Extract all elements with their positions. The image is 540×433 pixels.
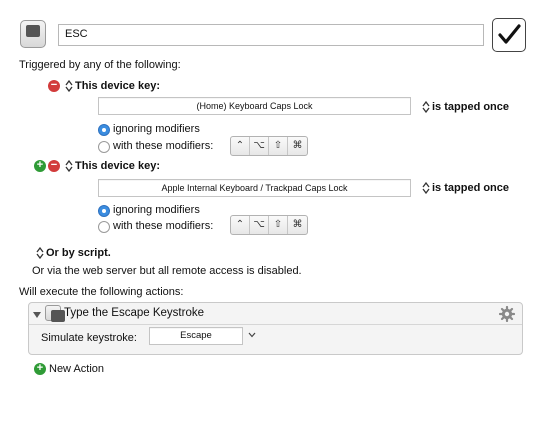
updown-arrows-icon[interactable] — [65, 80, 73, 92]
actions-header: Will execute the following actions: — [19, 286, 184, 298]
action-block: Type the Escape Keystroke Simulate keyst… — [28, 302, 523, 355]
macro-enabled-checkbox[interactable] — [492, 18, 526, 52]
disclosure-triangle-icon[interactable] — [33, 311, 41, 319]
ignoring-modifiers-label-2: ignoring modifiers — [113, 204, 200, 216]
add-trigger-button[interactable]: + — [34, 160, 46, 172]
shift-modifier-icon[interactable]: ⇧ — [269, 216, 288, 234]
key-condition-popup-2[interactable]: is tapped once — [432, 182, 509, 194]
macro-name-field[interactable]: ESC — [58, 24, 484, 46]
with-modifiers-label-2: with these modifiers: — [113, 220, 214, 232]
shift-modifier-icon[interactable]: ⇧ — [269, 137, 288, 155]
with-modifiers-label-1: with these modifiers: — [113, 140, 214, 152]
device-key-field-2[interactable]: Apple Internal Keyboard / Trackpad Caps … — [98, 179, 411, 197]
control-modifier-icon[interactable]: ⌃ — [231, 137, 250, 155]
updown-arrows-icon[interactable] — [65, 160, 73, 172]
ignoring-modifiers-label-1: ignoring modifiers — [113, 123, 200, 135]
macro-keyboard-icon — [20, 20, 46, 48]
new-action-button[interactable]: New Action — [49, 363, 104, 375]
command-modifier-icon[interactable]: ⌘ — [288, 137, 307, 155]
add-icon[interactable]: + — [34, 363, 46, 375]
action-divider — [29, 324, 522, 325]
simulate-keystroke-label: Simulate keystroke: — [41, 332, 137, 344]
option-modifier-icon[interactable]: ⌥ — [250, 216, 269, 234]
ignoring-modifiers-radio-2[interactable] — [98, 205, 110, 217]
triggers-header: Triggered by any of the following: — [19, 59, 181, 71]
web-server-note: Or via the web server but all remote acc… — [32, 265, 302, 277]
with-modifiers-radio-1[interactable] — [98, 141, 110, 153]
modifier-keys-group-2: ⌃ ⌥ ⇧ ⌘ — [230, 215, 308, 235]
with-modifiers-radio-2[interactable] — [98, 221, 110, 233]
updown-arrows-icon[interactable] — [422, 101, 430, 113]
keyboard-action-icon — [45, 305, 65, 322]
gear-icon[interactable] — [499, 306, 515, 322]
or-by-script-popup[interactable]: Or by script. — [46, 247, 111, 259]
updown-arrows-icon[interactable] — [422, 182, 430, 194]
remove-trigger-button-2[interactable]: − — [48, 160, 60, 172]
option-modifier-icon[interactable]: ⌥ — [250, 137, 269, 155]
ignoring-modifiers-radio-1[interactable] — [98, 124, 110, 136]
updown-arrows-icon[interactable] — [36, 247, 44, 259]
device-key-field-1[interactable]: (Home) Keyboard Caps Lock — [98, 97, 411, 115]
keystroke-field[interactable]: Escape — [149, 327, 243, 345]
control-modifier-icon[interactable]: ⌃ — [231, 216, 250, 234]
modifier-keys-group-1: ⌃ ⌥ ⇧ ⌘ — [230, 136, 308, 156]
command-modifier-icon[interactable]: ⌘ — [288, 216, 307, 234]
checkmark-icon — [498, 24, 521, 44]
chevron-down-icon[interactable] — [248, 332, 256, 338]
trigger-type-label-2: This device key: — [75, 160, 160, 172]
action-title: Type the Escape Keystroke — [64, 307, 204, 319]
trigger-type-label-1: This device key: — [75, 80, 160, 92]
key-condition-popup-1[interactable]: is tapped once — [432, 101, 509, 113]
remove-trigger-button-1[interactable]: − — [48, 80, 60, 92]
